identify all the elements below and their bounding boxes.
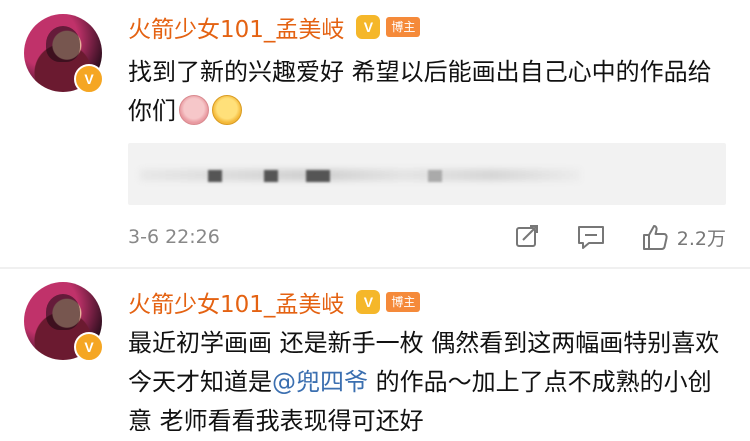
blur-artifact: [428, 170, 442, 182]
repost-icon: [515, 225, 538, 247]
comment-button[interactable]: [577, 224, 605, 250]
avatar-portrait: [46, 26, 80, 62]
smile-heart-emoji-icon: [212, 95, 242, 125]
mention-link[interactable]: @兜四爷: [272, 368, 368, 396]
username[interactable]: 火箭少女101_孟美岐: [128, 10, 344, 44]
blur-artifact: [264, 170, 278, 182]
avatar[interactable]: V: [24, 282, 104, 362]
pig-emoji-icon: [179, 95, 209, 125]
weibo-post: V 火箭少女101_孟美岐 V 博主 找到了新的兴趣爱好 希望以后能画出自己心中…: [0, 0, 750, 272]
post-divider: [0, 267, 750, 269]
blur-artifact: [306, 170, 330, 182]
comment-icon: [577, 226, 604, 249]
blurred-text: [140, 169, 580, 181]
verified-badge-icon: V: [74, 64, 104, 94]
weibo-post: V 火箭少女101_孟美岐 V 博主 最近初学画画 还是新手一枚 偶然看到这两幅…: [0, 272, 750, 435]
post-meta: 3-6 22:26 2.2万: [128, 220, 726, 254]
post-header: 火箭少女101_孟美岐 V 博主: [128, 10, 421, 44]
post-header: 火箭少女101_孟美岐 V 博主: [128, 285, 421, 319]
vip-crown-icon[interactable]: V: [356, 15, 381, 39]
blurred-repost-card[interactable]: [128, 143, 726, 205]
timestamp: 3-6 22:26: [128, 226, 220, 248]
blur-artifact: [208, 170, 222, 182]
avatar[interactable]: V: [24, 14, 104, 94]
post-content: 最近初学画画 还是新手一枚 偶然看到这两幅画特别喜欢 今天才知道是@兜四爷 的作…: [128, 324, 720, 441]
like-button[interactable]: 2.2万: [641, 223, 726, 251]
blogger-tag: 博主: [386, 17, 421, 37]
vip-crown-icon[interactable]: V: [356, 290, 381, 314]
avatar-portrait: [46, 294, 80, 330]
post-actions: 2.2万: [479, 220, 726, 254]
post-content: 找到了新的兴趣爱好 希望以后能画出自己心中的作品给你们: [128, 53, 728, 131]
blogger-tag: 博主: [386, 292, 421, 312]
like-count: 2.2万: [676, 227, 726, 250]
thumbs-up-icon: [642, 225, 668, 250]
username[interactable]: 火箭少女101_孟美岐: [128, 285, 344, 319]
verified-badge-icon: V: [74, 332, 104, 362]
repost-button[interactable]: [515, 224, 541, 250]
